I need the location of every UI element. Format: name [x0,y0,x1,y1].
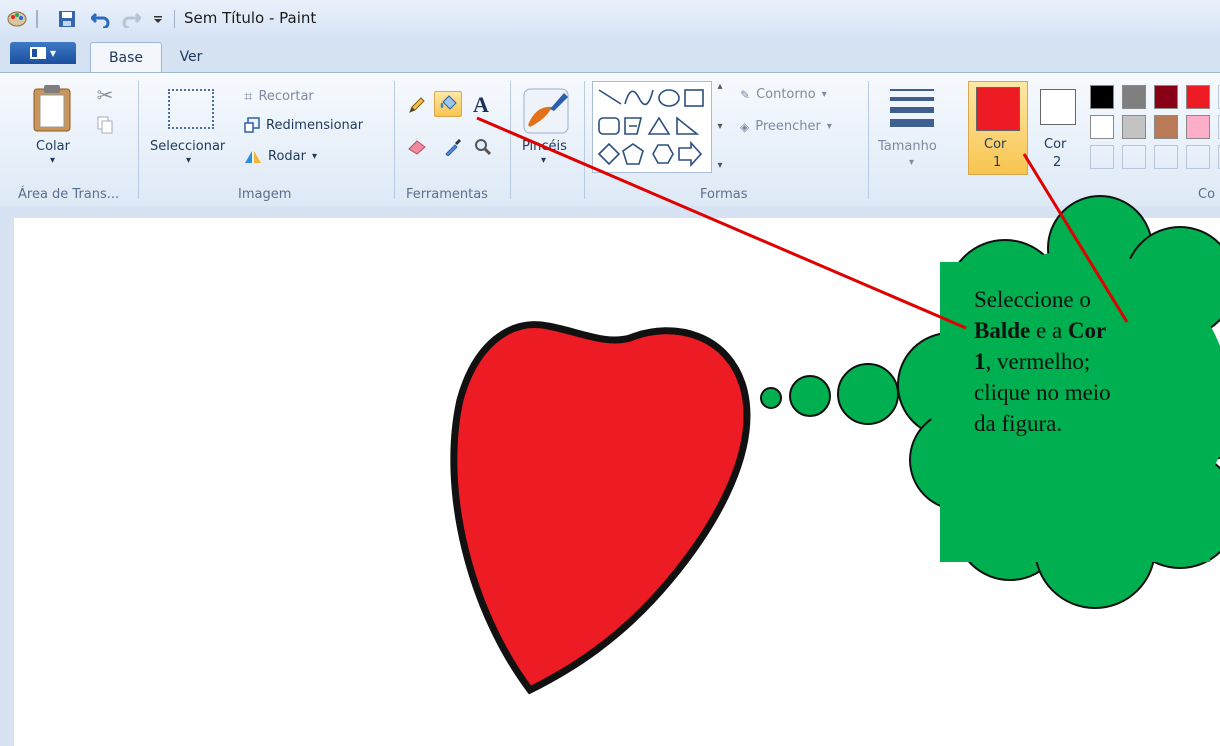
callout-rest2: clique no meio [974,380,1111,405]
callout-line1: Seleccione o [974,287,1091,312]
callout-text: Seleccione o Balde e a Cor 1, vermelho; … [974,284,1174,439]
red-heart-shape [450,321,751,695]
thought-bubble-medium [789,375,831,417]
callout-balde: Balde [974,318,1031,343]
callout-cor: Cor [1067,318,1107,343]
callout-rest1: , vermelho; [985,349,1091,374]
callout-mid: e a [1030,318,1068,343]
thought-bubble-small [760,387,782,409]
callout-rest3: da figura. [974,411,1063,436]
thought-bubble-large [837,363,899,425]
callout-one: 1 [974,349,986,374]
arrow-to-bucket [476,116,967,330]
